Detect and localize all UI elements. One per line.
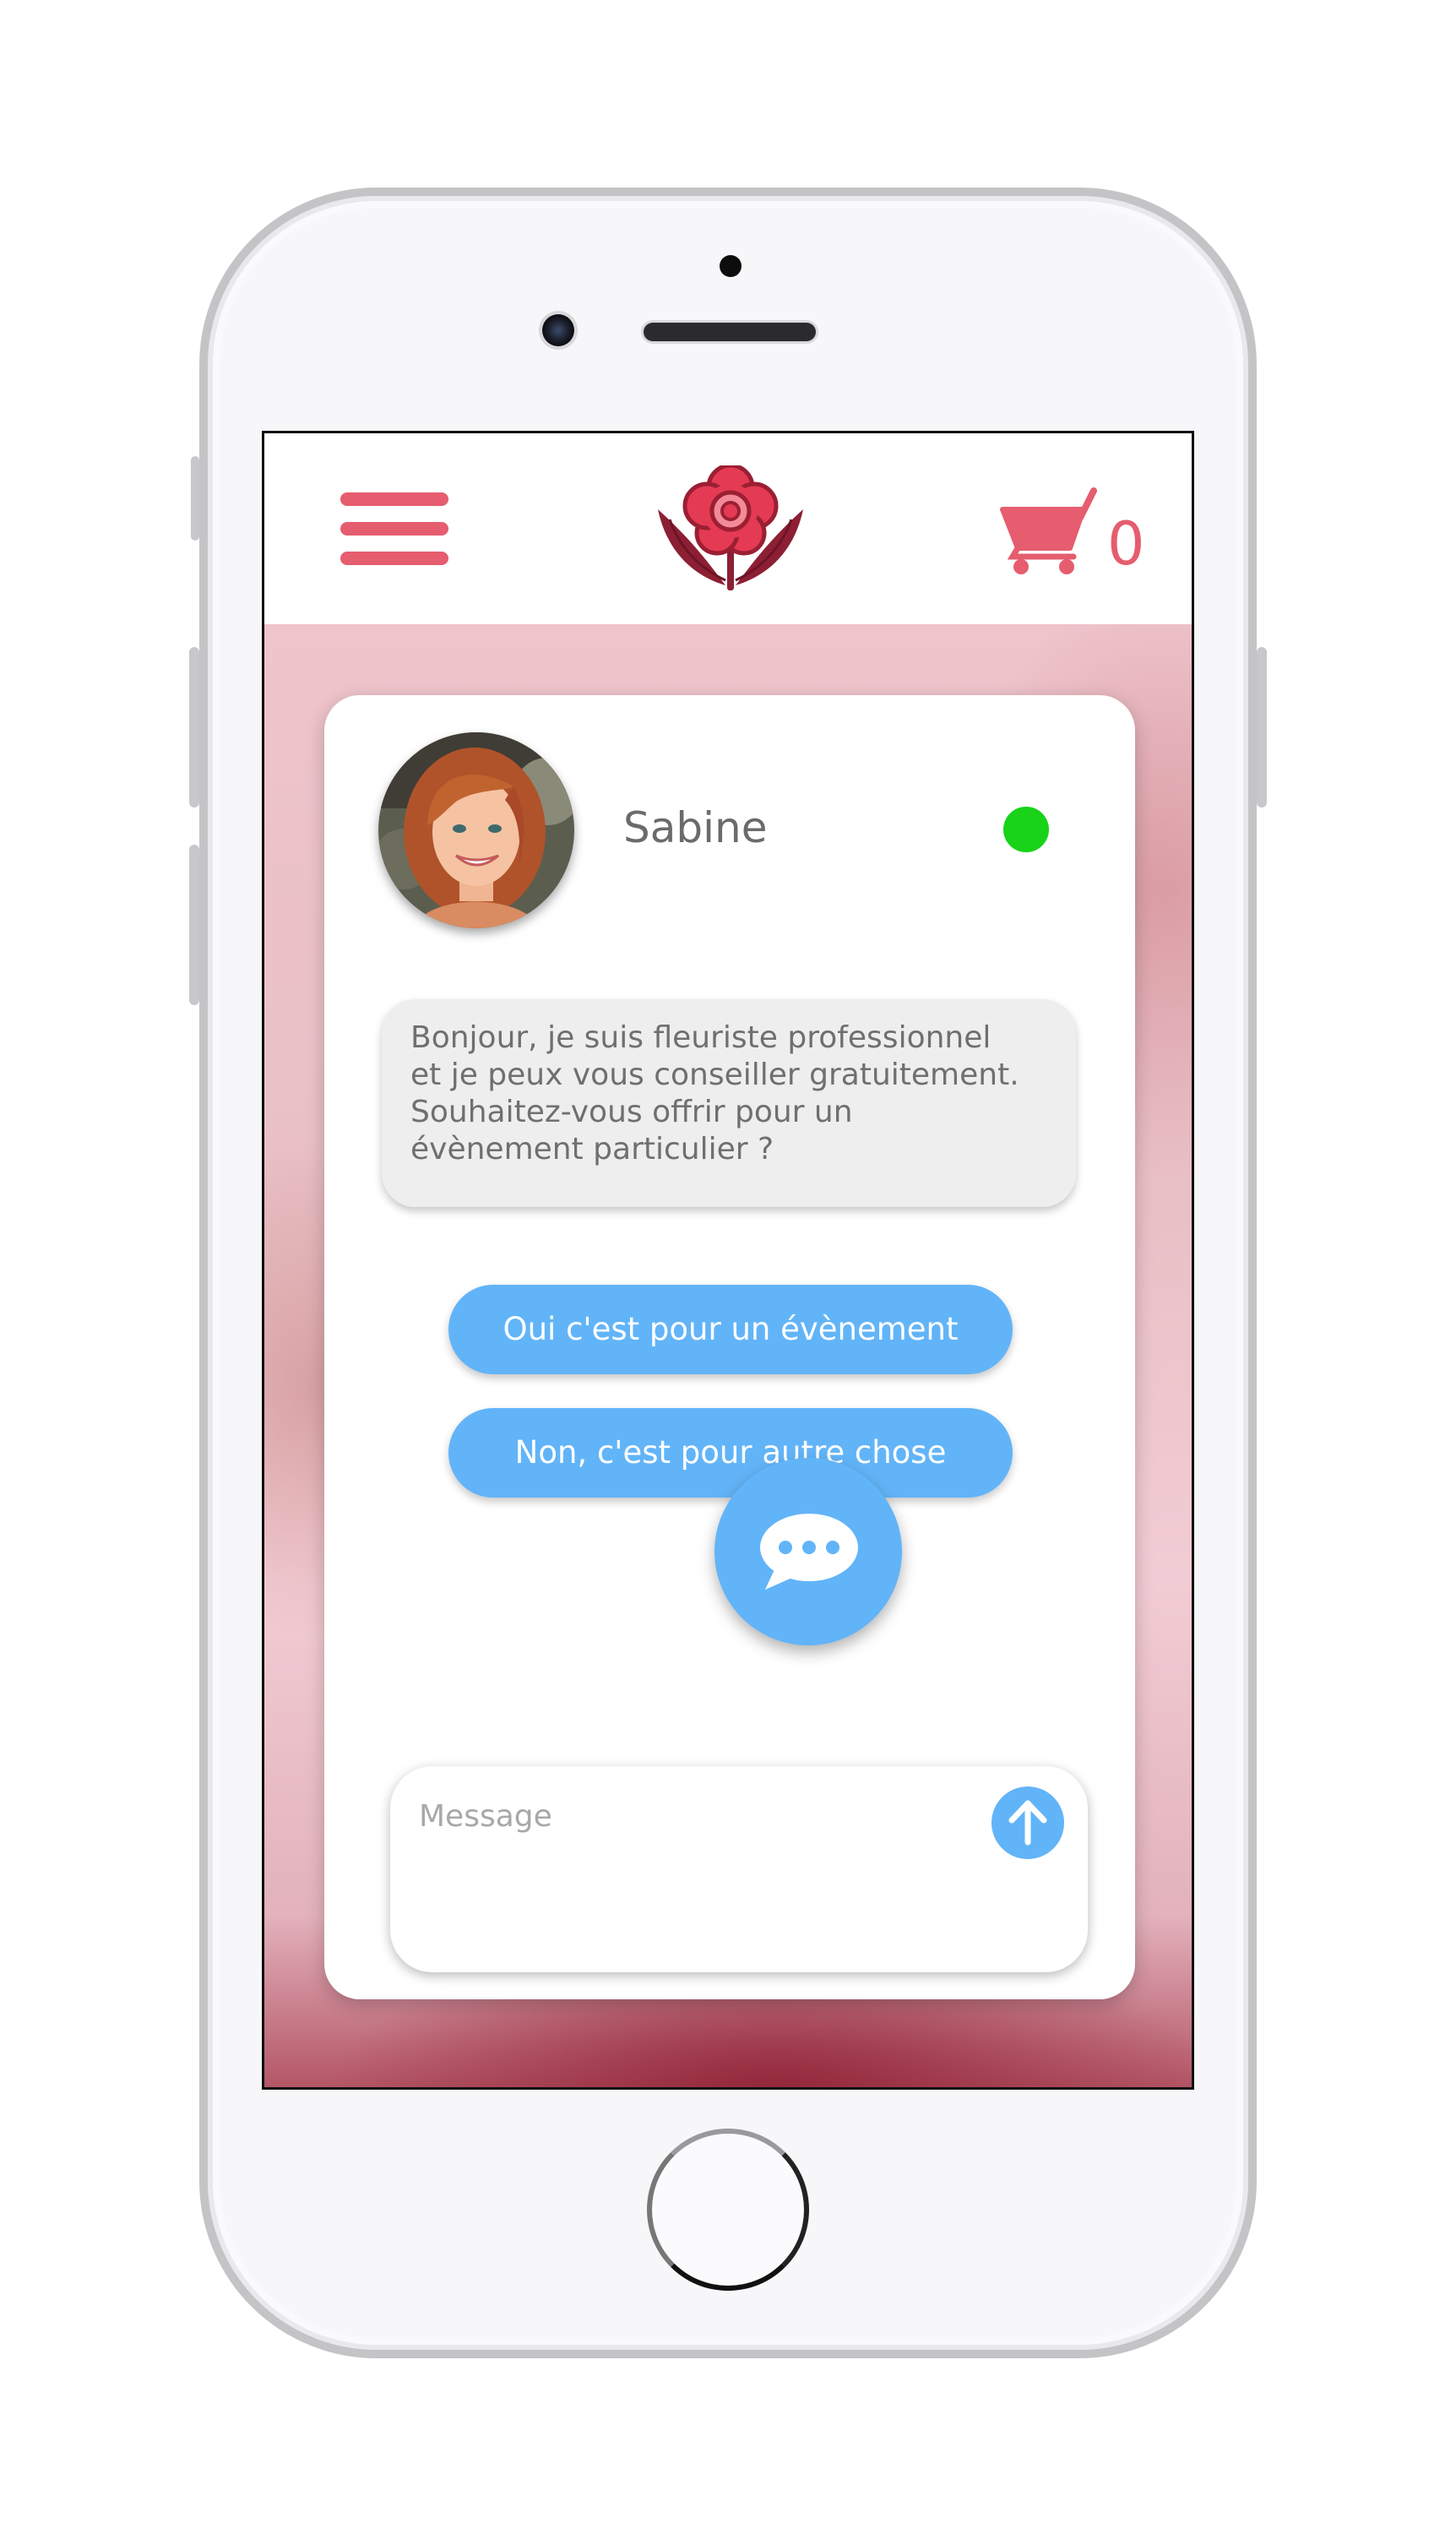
- flower-logo-icon[interactable]: [651, 465, 810, 597]
- message-line: Souhaitez-vous offrir pour un: [410, 1095, 853, 1129]
- online-status-indicator: [1003, 807, 1049, 852]
- volume-down-button: [189, 845, 199, 1005]
- chat-launcher-button[interactable]: [714, 1458, 902, 1645]
- message-input[interactable]: [417, 1790, 961, 1842]
- message-line: Bonjour, je suis fleuriste professionnel: [410, 1020, 991, 1055]
- agent-avatar: [378, 732, 574, 928]
- shopping-cart-icon: [1000, 487, 1097, 574]
- earpiece-speaker: [644, 323, 816, 341]
- cart-count: 0: [1107, 509, 1145, 579]
- cart-button[interactable]: 0: [999, 487, 1160, 580]
- phone-screen: 0 Sabine Bonjour, je suis fleuriste prof…: [262, 431, 1194, 2090]
- app-header: 0: [264, 433, 1192, 624]
- avatar-portrait-icon: [378, 732, 574, 928]
- message-line: et je peux vous conseiller gratuitement.: [410, 1058, 1019, 1092]
- proximity-sensor: [720, 255, 742, 277]
- home-button[interactable]: [647, 2129, 809, 2291]
- hamburger-menu-icon[interactable]: [340, 492, 448, 567]
- front-camera: [542, 314, 574, 346]
- arrow-up-icon: [1008, 1800, 1047, 1846]
- agent-name: Sabine: [623, 803, 768, 852]
- choice-yes-event-button[interactable]: Oui c'est pour un évènement: [448, 1285, 1013, 1374]
- power-button: [1257, 647, 1267, 808]
- agent-message-bubble: Bonjour, je suis fleuriste professionnel…: [382, 999, 1076, 1207]
- chat-bubble-icon: [760, 1514, 858, 1590]
- device-mockup: 0 Sabine Bonjour, je suis fleuriste prof…: [0, 0, 1456, 2534]
- message-line: évènement particulier ?: [410, 1132, 774, 1166]
- volume-up-button: [189, 647, 199, 808]
- chat-window: Sabine Bonjour, je suis fleuriste profes…: [324, 695, 1135, 1999]
- send-button[interactable]: [991, 1786, 1064, 1859]
- message-composer: [390, 1766, 1088, 1972]
- side-switch: [191, 456, 199, 541]
